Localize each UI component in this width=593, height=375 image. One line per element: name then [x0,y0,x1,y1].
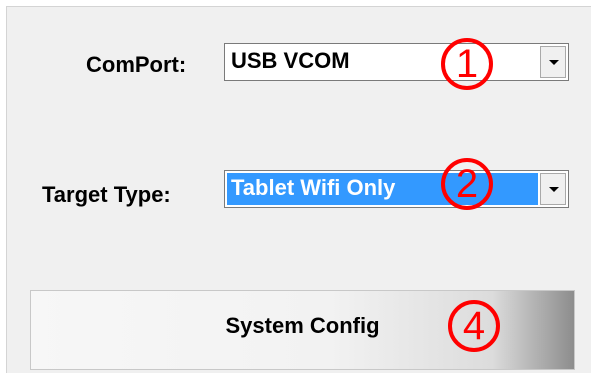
comport-dropdown[interactable]: USB VCOM [224,43,569,81]
annotation-marker-4: 4 [448,300,500,352]
annotation-marker-2: 2 [441,158,493,210]
chevron-down-icon [549,60,559,65]
annotation-number: 1 [455,42,479,86]
target-type-label: Target Type: [42,182,171,207]
target-type-dropdown-button[interactable] [540,173,566,205]
target-type-dropdown[interactable]: Tablet Wifi Only [224,170,569,208]
comport-label: ComPort: [86,52,187,77]
chevron-down-icon [549,187,559,192]
annotation-number: 4 [462,304,486,348]
annotation-number: 2 [455,162,479,206]
comport-dropdown-button[interactable] [540,46,566,78]
annotation-marker-1: 1 [441,38,493,90]
